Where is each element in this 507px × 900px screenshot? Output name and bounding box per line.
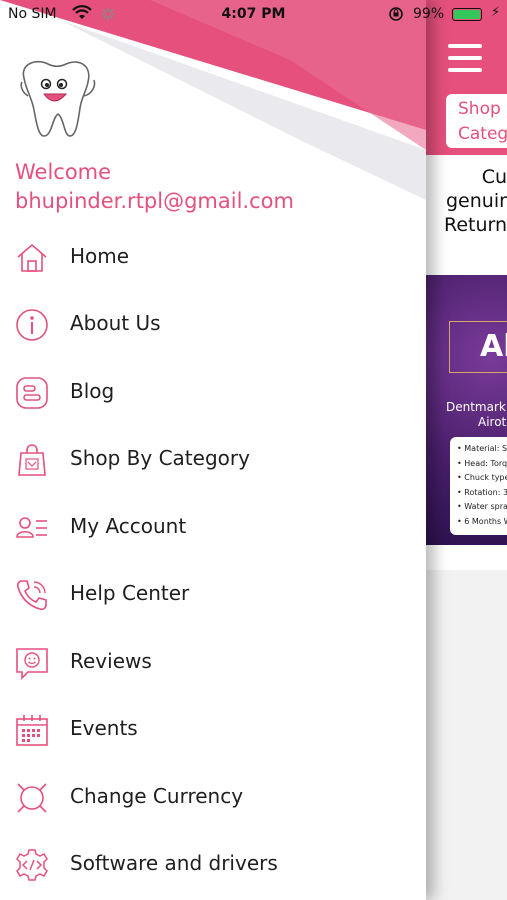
menu-item-help-center[interactable]: Help Center: [0, 563, 426, 623]
spec-line: • Head: Torqu: [457, 458, 507, 468]
banner-subtitle-2: Airot: [478, 415, 507, 429]
tooth-logo: [14, 56, 100, 140]
battery-icon: [452, 8, 482, 21]
code-gear-icon: [14, 847, 50, 883]
menu-item-label: Help Center: [70, 581, 190, 605]
menu-item-label: Events: [70, 716, 138, 740]
menu-item-change-currency[interactable]: Change Currency: [0, 766, 426, 826]
calendar-icon: [14, 712, 50, 748]
smiley-chat-icon: [14, 645, 50, 681]
product-banner[interactable]: Al Dentmark Airot • Material: St • Head:…: [426, 275, 507, 545]
menu-item-label: Change Currency: [70, 784, 244, 808]
menu-item-software-and-drivers[interactable]: Software and drivers: [0, 833, 426, 893]
shop-by-category-button[interactable]: Shop Categ: [446, 94, 507, 148]
promo-line1: Cu: [481, 166, 507, 188]
menu-item-shop-by-category[interactable]: Shop By Category: [0, 428, 426, 488]
currency-icon: [14, 780, 50, 816]
promo-line3: Return: [444, 214, 507, 236]
menu-item-about-us[interactable]: About Us: [0, 293, 426, 353]
menu-item-home[interactable]: Home: [0, 226, 426, 286]
menu-item-label: Shop By Category: [70, 446, 250, 470]
promo-line2: genuin: [446, 190, 507, 212]
menu-item-label: My Account: [70, 514, 187, 538]
hamburger-menu-icon[interactable]: [448, 44, 482, 72]
banner-subtitle: Dentmark: [446, 400, 506, 414]
menu-item-label: Blog: [70, 379, 115, 403]
info-icon: [14, 307, 50, 343]
user-list-icon: [14, 510, 50, 546]
charging-icon: ⚡: [491, 5, 501, 20]
menu-item-my-account[interactable]: My Account: [0, 496, 426, 556]
navigation-drawer: Welcome bhupinder.rtpl@gmail.com Home Ab…: [0, 0, 426, 900]
menu-item-label: Home: [70, 244, 130, 268]
user-email: bhupinder.rtpl@gmail.com: [15, 189, 294, 213]
menu-item-label: Software and drivers: [70, 851, 278, 875]
menu-item-label: About Us: [70, 311, 161, 335]
menu-item-reviews[interactable]: Reviews: [0, 631, 426, 691]
status-bar: No SIM 4:07 PM 99% ⚡: [0, 0, 507, 30]
spec-line: • Water spray: [457, 502, 507, 511]
spec-line: • Rotation: 32: [457, 487, 507, 497]
menu-item-blog[interactable]: Blog: [0, 361, 426, 421]
orientation-lock-icon: [387, 6, 405, 26]
spec-line: • Chuck type: [457, 473, 507, 482]
spec-line: • Material: St: [457, 444, 507, 453]
home-icon: [14, 240, 50, 276]
shopping-bag-icon: [14, 442, 50, 478]
menu-item-label: Reviews: [70, 649, 152, 673]
main-content-peek: Shop Categ Cu genuin Return Al Dentmark …: [426, 0, 507, 900]
phone-icon: [14, 577, 50, 613]
menu-item-events[interactable]: Events: [0, 698, 426, 758]
banner-title: Al: [449, 321, 507, 373]
banner-specs: • Material: St • Head: Torqu • Chuck typ…: [450, 437, 507, 535]
blog-icon: [14, 375, 50, 411]
promo-text: Cu genuin Return: [426, 155, 507, 275]
welcome-label: Welcome: [15, 160, 112, 184]
spec-line: • 6 Months W: [457, 516, 507, 526]
shop-button-line2: Categ: [458, 124, 507, 144]
content-card: [426, 545, 507, 570]
battery-percent: 99%: [413, 6, 445, 22]
shop-button-line1: Shop: [458, 99, 501, 119]
battery-fill: [454, 10, 480, 19]
